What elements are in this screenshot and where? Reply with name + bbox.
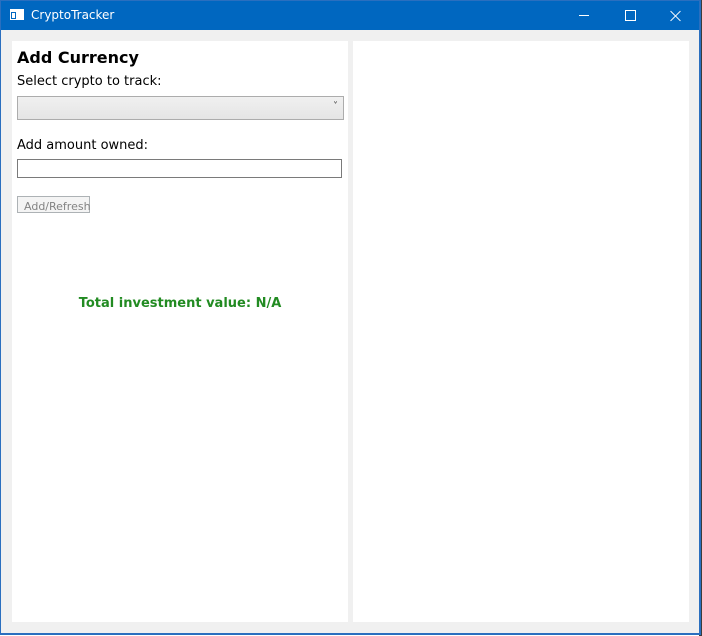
app-window-icon [10, 9, 24, 20]
chevron-down-icon: ˅ [333, 101, 338, 112]
close-button[interactable] [653, 1, 699, 30]
currency-list-panel [353, 41, 689, 622]
add-refresh-button[interactable]: Add/Refresh [17, 196, 91, 213]
amount-owned-label: Add amount owned: [17, 138, 149, 153]
amount-owned-input[interactable] [17, 159, 342, 178]
title-bar[interactable]: CryptoTracker [1, 1, 699, 30]
select-crypto-label: Select crypto to track: [17, 74, 162, 89]
close-icon [670, 10, 682, 22]
maximize-button[interactable] [607, 1, 653, 30]
maximize-icon [624, 10, 636, 21]
minimize-icon [579, 15, 589, 16]
crypto-select[interactable]: ˅ [17, 96, 344, 120]
add-currency-heading: Add Currency [17, 48, 139, 67]
app-window: CryptoTracker Add Currency Select crypto… [0, 0, 701, 635]
minimize-button[interactable] [561, 1, 607, 30]
total-investment-value: Total investment value: N/A [78, 296, 282, 311]
window-title: CryptoTracker [31, 8, 115, 22]
add-currency-panel: Add Currency Select crypto to track: ˅ A… [12, 41, 348, 622]
